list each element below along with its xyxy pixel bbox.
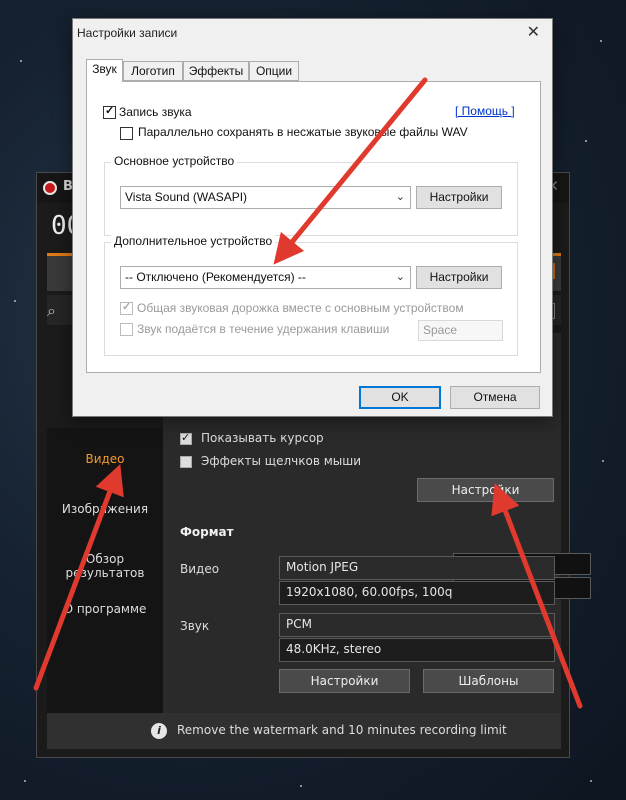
tab-sound[interactable]: Звук: [86, 59, 123, 82]
annotation-arrows: [33, 77, 583, 709]
arrow-to-video-tab: [33, 463, 124, 691]
arrow-to-settings-button: [491, 482, 583, 709]
arrow-to-secondary-device: [273, 77, 428, 265]
